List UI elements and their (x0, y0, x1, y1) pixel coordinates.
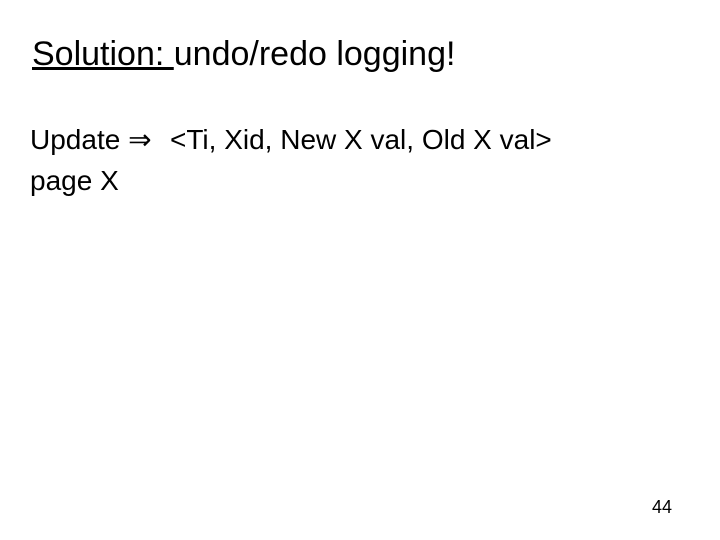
title-underlined: Solution: (32, 35, 174, 73)
slide: Solution: undo/redo logging! Update ⇒ <T… (0, 0, 720, 540)
slide-title: Solution: undo/redo logging! (32, 34, 455, 75)
slide-body: Update ⇒ <Ti, Xid, New X val, Old X val>… (30, 120, 690, 201)
arrow-icon: ⇒ (128, 124, 151, 155)
body-row-2: page X (30, 161, 690, 202)
body-left-2: page X (30, 161, 170, 202)
update-label: Update (30, 124, 120, 155)
title-rest: undo/redo logging! (174, 35, 456, 73)
body-row-1: Update ⇒ <Ti, Xid, New X val, Old X val> (30, 120, 690, 161)
log-record: <Ti, Xid, New X val, Old X val> (170, 120, 690, 161)
body-left-1: Update ⇒ (30, 120, 170, 161)
page-number: 44 (652, 497, 672, 518)
